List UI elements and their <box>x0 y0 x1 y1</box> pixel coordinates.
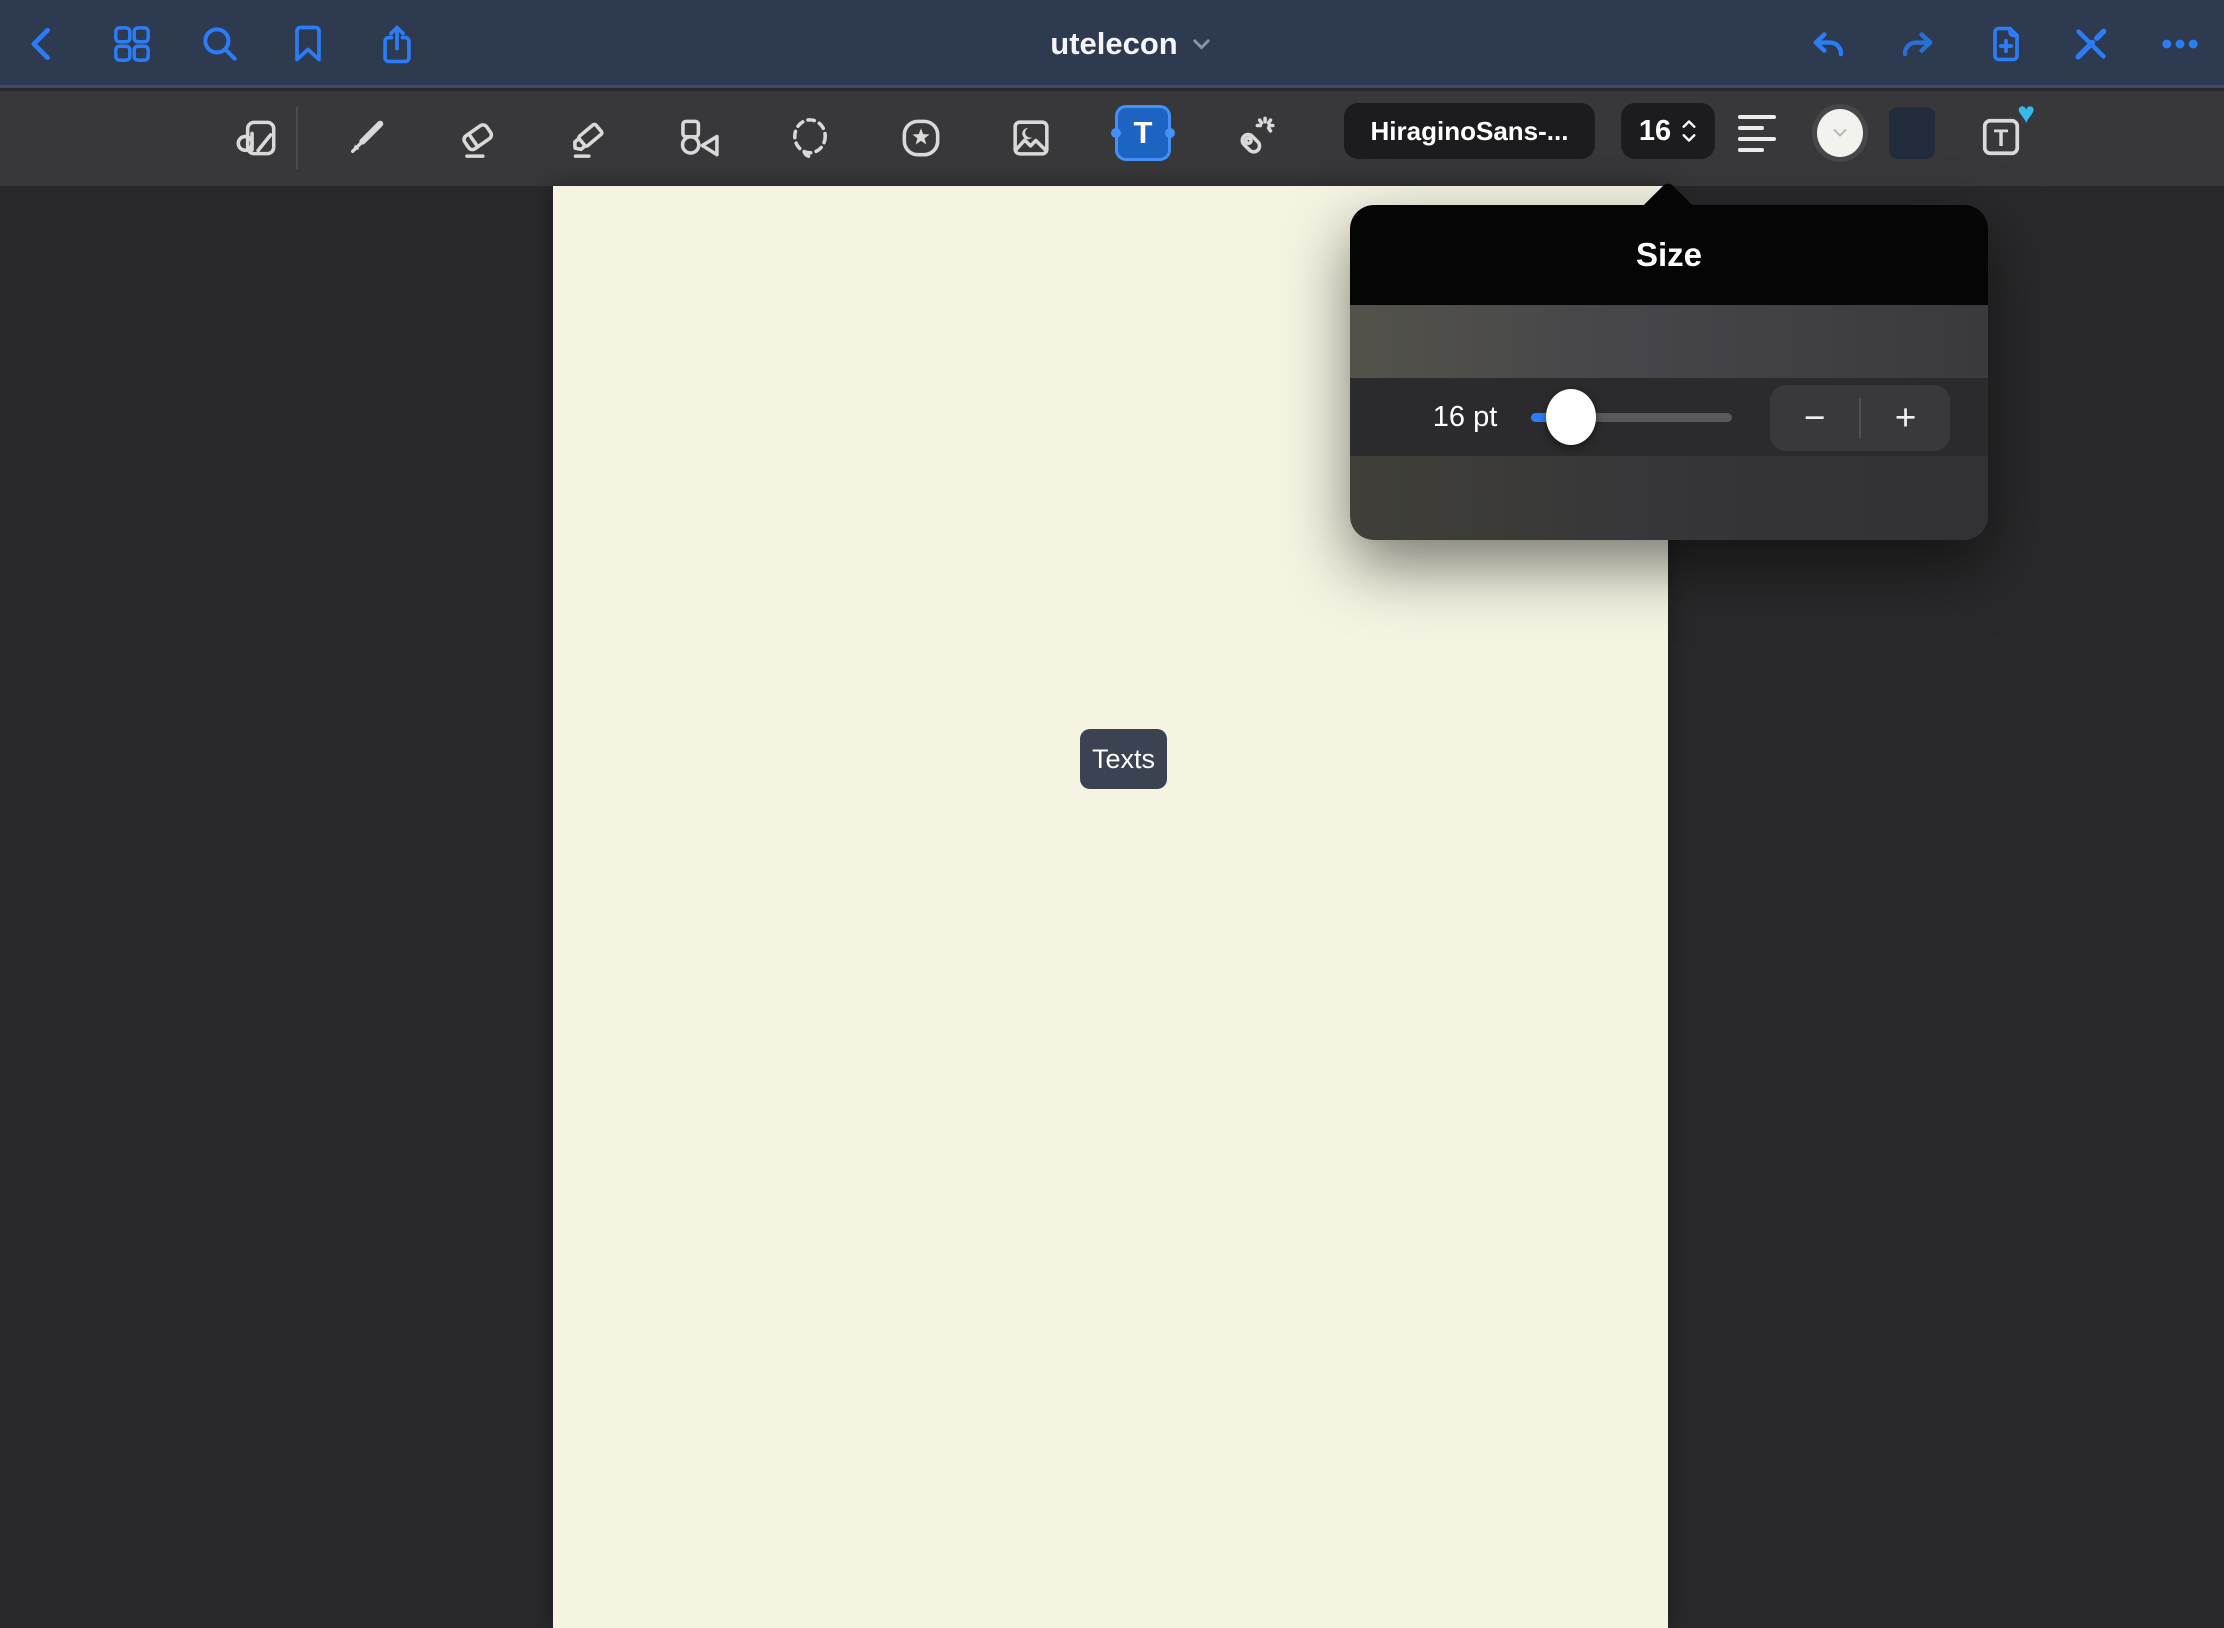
align-left-icon <box>1738 115 1776 119</box>
size-stepper: − + <box>1770 385 1950 451</box>
size-slider-thumb[interactable] <box>1546 389 1596 445</box>
popover-lower-band <box>1350 456 1988 540</box>
more-button[interactable] <box>2158 22 2202 66</box>
redo-button[interactable] <box>1895 22 1939 66</box>
size-popover: Size 16 pt − + <box>1350 205 1988 540</box>
redo-icon <box>1895 22 1939 66</box>
shapes-tool-button[interactable] <box>668 103 730 173</box>
canvas-text-label: Texts <box>1092 744 1155 775</box>
pen-cross-icon <box>2069 22 2113 66</box>
image-icon <box>1006 113 1056 163</box>
text-tool-button[interactable]: T <box>1115 105 1171 161</box>
share-icon <box>375 22 419 66</box>
grid-overview-button[interactable] <box>110 22 154 66</box>
text-color-button[interactable] <box>1812 104 1868 162</box>
search-icon <box>198 22 242 66</box>
navigation-bar: utelecon <box>0 0 2224 88</box>
lasso-tool-button[interactable] <box>779 103 841 173</box>
text-tool-glyph: T <box>1134 115 1153 151</box>
size-decrease-button[interactable]: − <box>1770 385 1859 451</box>
stickers-tool-button[interactable] <box>890 103 952 173</box>
popover-title: Size <box>1636 236 1702 274</box>
add-page-button[interactable] <box>1984 22 2028 66</box>
bookmark-icon <box>286 22 330 66</box>
tool-bar: T HiraginoSans-... 16 <box>0 91 2224 186</box>
background-color-swatch[interactable] <box>1889 107 1935 159</box>
chevron-down-icon <box>1193 36 1210 53</box>
pen-icon <box>341 113 391 163</box>
svg-text:T: T <box>1994 125 2009 152</box>
pen-cross-button[interactable] <box>2069 22 2113 66</box>
laser-pointer-icon <box>1228 113 1278 163</box>
color-swatch-white <box>1817 109 1863 157</box>
document-title: utelecon <box>1050 26 1177 62</box>
laser-pointer-tool-button[interactable] <box>1222 103 1284 173</box>
grid-icon <box>110 22 154 66</box>
back-icon <box>21 22 65 66</box>
font-family-button[interactable]: HiraginoSans-... <box>1344 103 1595 159</box>
pen-tool-button[interactable] <box>335 103 397 173</box>
pan-mode-icon <box>231 113 281 163</box>
font-size-button[interactable]: 16 <box>1621 103 1715 159</box>
highlighter-tool-button[interactable] <box>557 103 619 173</box>
selection-dot-right <box>1165 128 1175 138</box>
app-window: utelecon <box>0 0 2224 1628</box>
eraser-icon <box>452 113 502 163</box>
heart-badge-icon: ♥ <box>2017 99 2035 129</box>
text-align-button[interactable] <box>1738 107 1790 159</box>
back-button[interactable] <box>21 22 65 66</box>
document-title-button[interactable]: utelecon <box>1000 0 1260 88</box>
size-value-label: 16 pt <box>1410 378 1520 456</box>
search-button[interactable] <box>198 22 242 66</box>
eraser-tool-button[interactable] <box>446 103 508 173</box>
size-stepper-chevrons-icon <box>1681 114 1697 148</box>
share-button[interactable] <box>375 22 419 66</box>
font-size-value: 16 <box>1639 115 1671 148</box>
undo-icon <box>1807 22 1851 66</box>
lasso-icon <box>785 113 835 163</box>
size-increase-button[interactable]: + <box>1861 385 1950 451</box>
toolbar-divider <box>296 107 298 169</box>
stickers-icon <box>896 113 946 163</box>
more-icon <box>2158 22 2202 66</box>
pan-mode-button[interactable] <box>225 103 287 173</box>
font-family-label: HiraginoSans-... <box>1371 116 1569 147</box>
shapes-icon <box>674 113 724 163</box>
image-tool-button[interactable] <box>1000 103 1062 173</box>
chevron-down-icon <box>1833 127 1847 139</box>
add-page-icon <box>1984 22 2028 66</box>
undo-button[interactable] <box>1807 22 1851 66</box>
highlighter-icon <box>563 113 613 163</box>
text-style-button[interactable]: T ♥ <box>1975 105 2031 165</box>
canvas-text-object[interactable]: Texts <box>1080 729 1167 789</box>
bookmark-button[interactable] <box>286 22 330 66</box>
popover-upper-band <box>1350 305 1988 378</box>
popover-header: Size <box>1350 205 1988 305</box>
selection-dot-left <box>1111 128 1121 138</box>
